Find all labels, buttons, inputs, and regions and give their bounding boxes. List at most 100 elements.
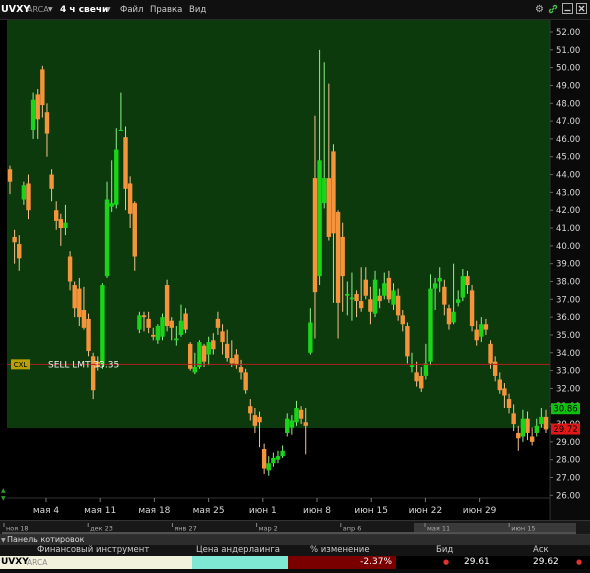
quote-panel-title[interactable]: ▼ Панель котировок bbox=[0, 535, 590, 545]
time-tick-label: июн 1 bbox=[249, 506, 277, 516]
candle-body bbox=[160, 317, 165, 337]
candle-body bbox=[280, 450, 285, 457]
price-tick-label: 38.00 bbox=[556, 277, 580, 287]
minimize-icon[interactable] bbox=[561, 3, 574, 16]
candle-body bbox=[146, 318, 151, 328]
price-tick-label: 49.00 bbox=[556, 81, 580, 91]
candle-body bbox=[206, 342, 211, 355]
scroll-arrows: ▲ ▼ bbox=[1, 487, 6, 502]
order-line-label[interactable]: SELL LMT 33.35 bbox=[48, 360, 119, 370]
navigator-label: ноя 18 bbox=[6, 525, 28, 533]
candle-body bbox=[21, 185, 27, 200]
menu-view[interactable]: Вид bbox=[189, 3, 206, 17]
price-tick-label: 47.00 bbox=[556, 117, 580, 127]
candle bbox=[243, 368, 248, 394]
price-tick-label: 50.00 bbox=[556, 64, 580, 74]
candlestick-chart[interactable]: CXL SELL LMT 33.35 52.00 51.00 50.00 49.00 4… bbox=[0, 20, 590, 520]
navigator-label: июн 15 bbox=[511, 525, 535, 533]
price-tick-label: 48.00 bbox=[556, 99, 580, 109]
candle-body bbox=[525, 418, 530, 433]
candle-body bbox=[534, 425, 539, 433]
exchange-dropdown-icon[interactable]: ▼ bbox=[48, 3, 53, 17]
candle-body bbox=[164, 285, 170, 327]
link-icon[interactable] bbox=[546, 3, 559, 16]
gear-icon[interactable]: ⚙ bbox=[533, 3, 546, 16]
time-tick-label: июн 8 bbox=[303, 506, 331, 516]
candle-body bbox=[54, 210, 59, 221]
candle-body bbox=[377, 295, 382, 302]
navigator-label: дек 23 bbox=[90, 525, 113, 533]
candle-body bbox=[58, 219, 64, 229]
candle-body bbox=[197, 342, 202, 368]
navigator-label: янв 27 bbox=[174, 525, 196, 533]
price-tick-label: 41.00 bbox=[556, 224, 580, 234]
candle-body bbox=[81, 309, 87, 328]
candle-body bbox=[298, 409, 304, 419]
column-header-underlying[interactable]: Цена андерлаинга bbox=[196, 545, 280, 556]
candle-body bbox=[469, 290, 475, 327]
ask-value[interactable]: 29.62 bbox=[533, 556, 559, 569]
candle-body bbox=[63, 222, 68, 229]
candle-body bbox=[432, 283, 438, 289]
candle-body bbox=[395, 295, 401, 316]
candle-body bbox=[363, 279, 368, 296]
cancel-order-label[interactable]: CXL bbox=[14, 361, 28, 369]
candle-body bbox=[257, 416, 262, 423]
candle-body bbox=[44, 112, 50, 134]
price-tick-label: 44.00 bbox=[556, 171, 580, 181]
price-tick-label: 27.00 bbox=[556, 474, 580, 484]
candle-body bbox=[405, 326, 410, 357]
candle-body bbox=[77, 288, 82, 318]
candle-body bbox=[109, 203, 114, 207]
price-tick-label: 28.00 bbox=[556, 456, 580, 466]
candle-body bbox=[100, 285, 105, 366]
candle-body bbox=[30, 99, 36, 131]
candle-body bbox=[271, 457, 276, 464]
candle-body bbox=[192, 367, 198, 373]
close-icon[interactable] bbox=[575, 3, 588, 16]
candle-body bbox=[520, 418, 526, 437]
column-header-ask[interactable]: Аск bbox=[533, 545, 549, 556]
column-header-change[interactable]: % изменение bbox=[310, 545, 370, 556]
candle-body bbox=[331, 151, 336, 234]
candle-body bbox=[132, 203, 137, 257]
price-chart[interactable]: CXL SELL LMT 33.35 52.00 51.00 50.00 49.00 4… bbox=[0, 20, 590, 520]
candle-body bbox=[382, 283, 387, 296]
candle-body bbox=[506, 399, 512, 409]
ask-tick-icon: ● bbox=[576, 558, 583, 566]
last-price-green: 30.86 bbox=[553, 405, 577, 415]
candle-body bbox=[72, 285, 77, 309]
symbol-selector[interactable]: UVXY bbox=[1, 3, 30, 17]
candle-body bbox=[442, 286, 447, 305]
candle-body bbox=[303, 422, 308, 426]
candle bbox=[164, 279, 170, 332]
candle-body bbox=[322, 178, 327, 204]
instrument-cell[interactable]: UVXY ARCA bbox=[0, 556, 192, 569]
price-tick-label: 52.00 bbox=[556, 28, 580, 38]
candle-body bbox=[451, 311, 456, 323]
candle-body bbox=[414, 372, 419, 382]
period-selector[interactable]: 4 ч свечи bbox=[60, 3, 108, 17]
exchange-label[interactable]: ARCA bbox=[27, 3, 49, 17]
period-dropdown-icon[interactable]: ▼ bbox=[106, 3, 111, 17]
candle-body bbox=[118, 130, 124, 132]
price-tick-label: 42.00 bbox=[556, 206, 580, 216]
candle-body bbox=[17, 244, 22, 259]
time-navigator[interactable]: ноя 18 дек 23 янв 27 мар 2 апр 6 мая 11 июн 15 bbox=[0, 520, 590, 536]
candle bbox=[469, 285, 475, 332]
column-header-bid[interactable]: Бид bbox=[436, 545, 453, 556]
instrument-exchange: ARCA bbox=[27, 558, 48, 567]
candle-body bbox=[349, 297, 355, 300]
candle-body bbox=[543, 416, 549, 430]
bid-value[interactable]: 29.61 bbox=[464, 556, 490, 569]
menu-edit[interactable]: Правка bbox=[150, 3, 182, 17]
column-header-instrument[interactable]: Финансовый инструмент bbox=[37, 545, 149, 556]
candle-body bbox=[285, 418, 290, 433]
table-row[interactable]: UVXY ARCA -2.37% ● 29.61 29.62 ● bbox=[0, 556, 590, 569]
candle-body bbox=[308, 322, 313, 353]
quote-panel: ▼ Панель котировок Финансовый инструмент… bbox=[0, 534, 590, 573]
candle-body bbox=[155, 326, 161, 341]
candle-body bbox=[224, 343, 230, 359]
time-tick-label: июн 29 bbox=[463, 506, 497, 516]
menu-file[interactable]: Файл bbox=[120, 3, 143, 17]
